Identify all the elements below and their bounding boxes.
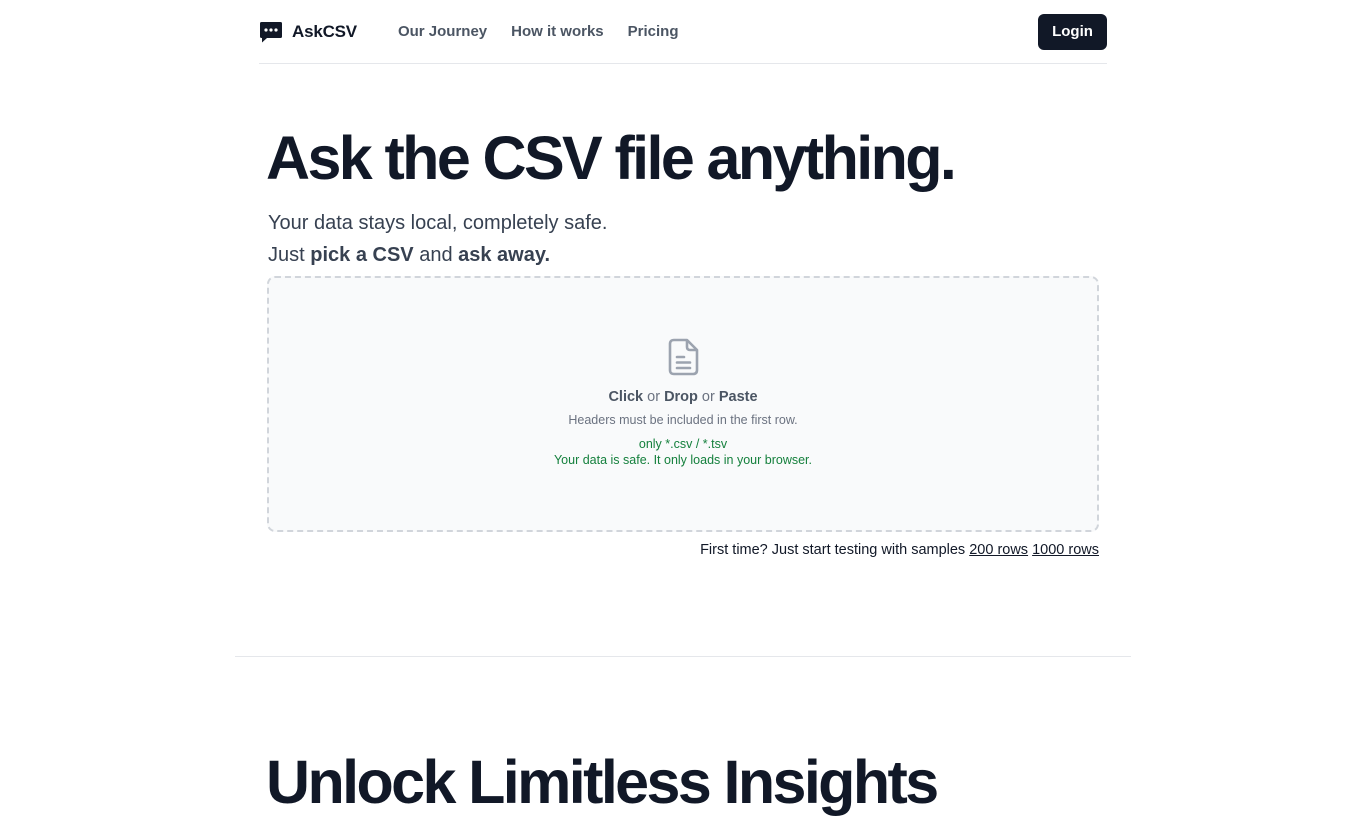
nav-link-how-it-works[interactable]: How it works [511,23,604,40]
nav-link-pricing[interactable]: Pricing [628,23,679,40]
brand-logo[interactable]: AskCSV [259,20,357,44]
or-text: or [697,389,719,405]
line2-mid: and [413,244,459,266]
hero-title: Ask the CSV file anything. [266,124,957,192]
hero-subtitle-line2: Just pick a CSV and ask away. [268,239,607,271]
dropzone-instructions: Click or Drop or Paste [269,389,1097,405]
main-nav: Our Journey How it works Pricing [398,23,679,40]
drop-label: Drop [664,389,698,405]
paste-label: Paste [718,389,758,405]
line2-bold-pick: pick a CSV [310,244,414,266]
top-header: AskCSV Our Journey How it works Pricing … [259,0,1107,64]
login-button[interactable]: Login [1038,13,1107,50]
line2-bold-ask: ask away. [458,244,551,266]
chat-bubble-icon [260,21,282,42]
sample-link-200-rows[interactable]: 200 rows [969,542,1028,558]
file-text-icon [668,338,699,376]
click-label: Click [608,389,644,405]
line2-prefix: Just [268,244,311,266]
hero-subtitle: Your data stays local, completely safe. … [268,207,607,271]
headers-note: Headers must be included in the first ro… [568,413,798,427]
samples-prefix: First time? Just start testing with samp… [700,542,970,558]
or-text: or [643,389,665,405]
csv-dropzone[interactable]: Click or Drop or Paste Headers must be i… [267,276,1099,532]
brand-name: AskCSV [292,21,357,41]
section-divider [235,656,1131,657]
sample-link-1000-rows[interactable]: 1000 rows [1032,542,1099,558]
hero-subtitle-line1: Your data stays local, completely safe. [268,212,608,234]
samples-row: First time? Just start testing with samp… [267,540,1099,560]
nav-link-our-journey[interactable]: Our Journey [398,23,487,40]
data-safe-note: Your data is safe. It only loads in your… [553,453,812,467]
insights-section-title: Unlock Limitless Insights [266,748,939,816]
file-types-note: only *.csv / *.tsv [638,437,728,451]
